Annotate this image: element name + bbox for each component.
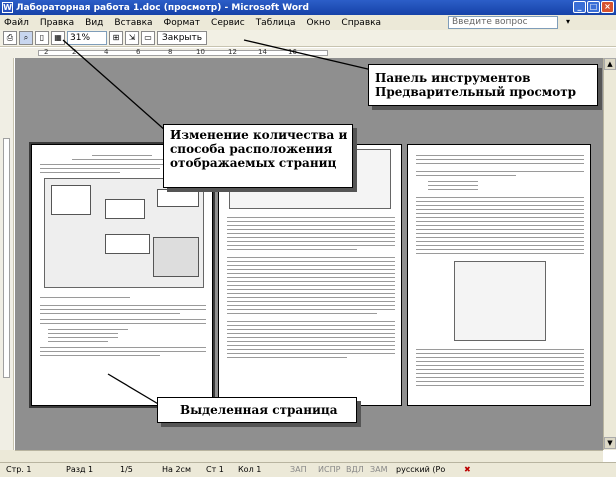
callout-toolbar: Панель инструментов Предварительный прос… (368, 64, 598, 106)
callout-pages: Изменение количества и способа расположе… (163, 124, 353, 188)
callout-selected-page: Выделенная страница (157, 397, 357, 423)
